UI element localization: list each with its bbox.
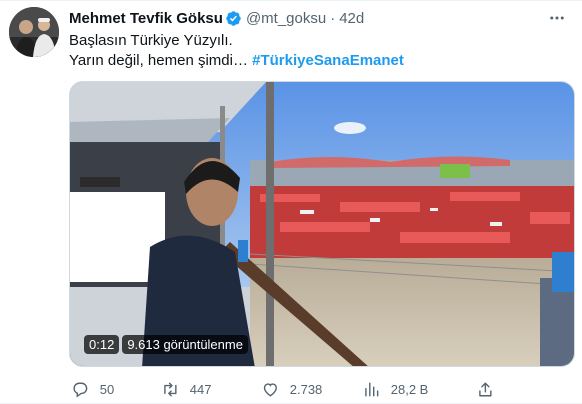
tweet-text: Başlasın Türkiye Yüzyılı. Yarın değil, h…	[69, 31, 559, 71]
retweet-button[interactable]: 447	[161, 380, 211, 399]
view-count: 28,2 B	[390, 381, 429, 397]
views-button[interactable]: 28,2 B	[362, 380, 428, 399]
heart-icon	[261, 380, 280, 399]
author-display-name[interactable]: Mehmet Tevfik Göksu	[69, 10, 223, 27]
more-icon[interactable]	[546, 7, 568, 29]
retweet-icon	[161, 380, 180, 399]
tweet-header: Mehmet Tevfik Göksu @mt_goksu · 42d	[69, 8, 364, 28]
video-view-count: 9.613 görüntülenme	[122, 335, 248, 354]
tweet-text-line-2: Yarın değil, hemen şimdi… #TürkiyeSanaEm…	[69, 51, 559, 71]
avatar[interactable]	[9, 7, 59, 57]
author-handle[interactable]: @mt_goksu	[246, 10, 326, 27]
tweet[interactable]: Mehmet Tevfik Göksu @mt_goksu · 42d Başl…	[0, 0, 582, 404]
reply-button[interactable]: 50	[71, 380, 114, 399]
tweet-text-line-2-prefix: Yarın değil, hemen şimdi…	[69, 52, 253, 69]
separator-dot: ·	[330, 9, 336, 27]
video-player[interactable]: 0:12 9.613 görüntülenme	[69, 81, 575, 367]
tweet-text-line-1: Başlasın Türkiye Yüzyılı.	[69, 32, 233, 49]
retweet-count: 447	[189, 381, 212, 397]
reply-count: 50	[99, 381, 115, 397]
views-bar-chart-icon	[362, 380, 381, 399]
tweet-actions: 50 447 2.738 28,2 B	[66, 373, 506, 404]
share-icon	[476, 380, 495, 399]
verified-badge-icon	[225, 10, 242, 27]
hashtag-link[interactable]: #TürkiyeSanaEmanet	[252, 52, 404, 69]
share-button[interactable]	[476, 380, 495, 399]
video-frame	[70, 82, 574, 366]
like-count: 2.738	[289, 381, 323, 397]
reply-icon	[71, 380, 90, 399]
avatar-image	[9, 7, 59, 57]
like-button[interactable]: 2.738	[261, 380, 322, 399]
video-duration: 0:12	[84, 335, 120, 354]
tweet-timestamp[interactable]: 42d	[339, 10, 364, 27]
video-badge: 0:12 9.613 görüntülenme	[84, 335, 248, 354]
